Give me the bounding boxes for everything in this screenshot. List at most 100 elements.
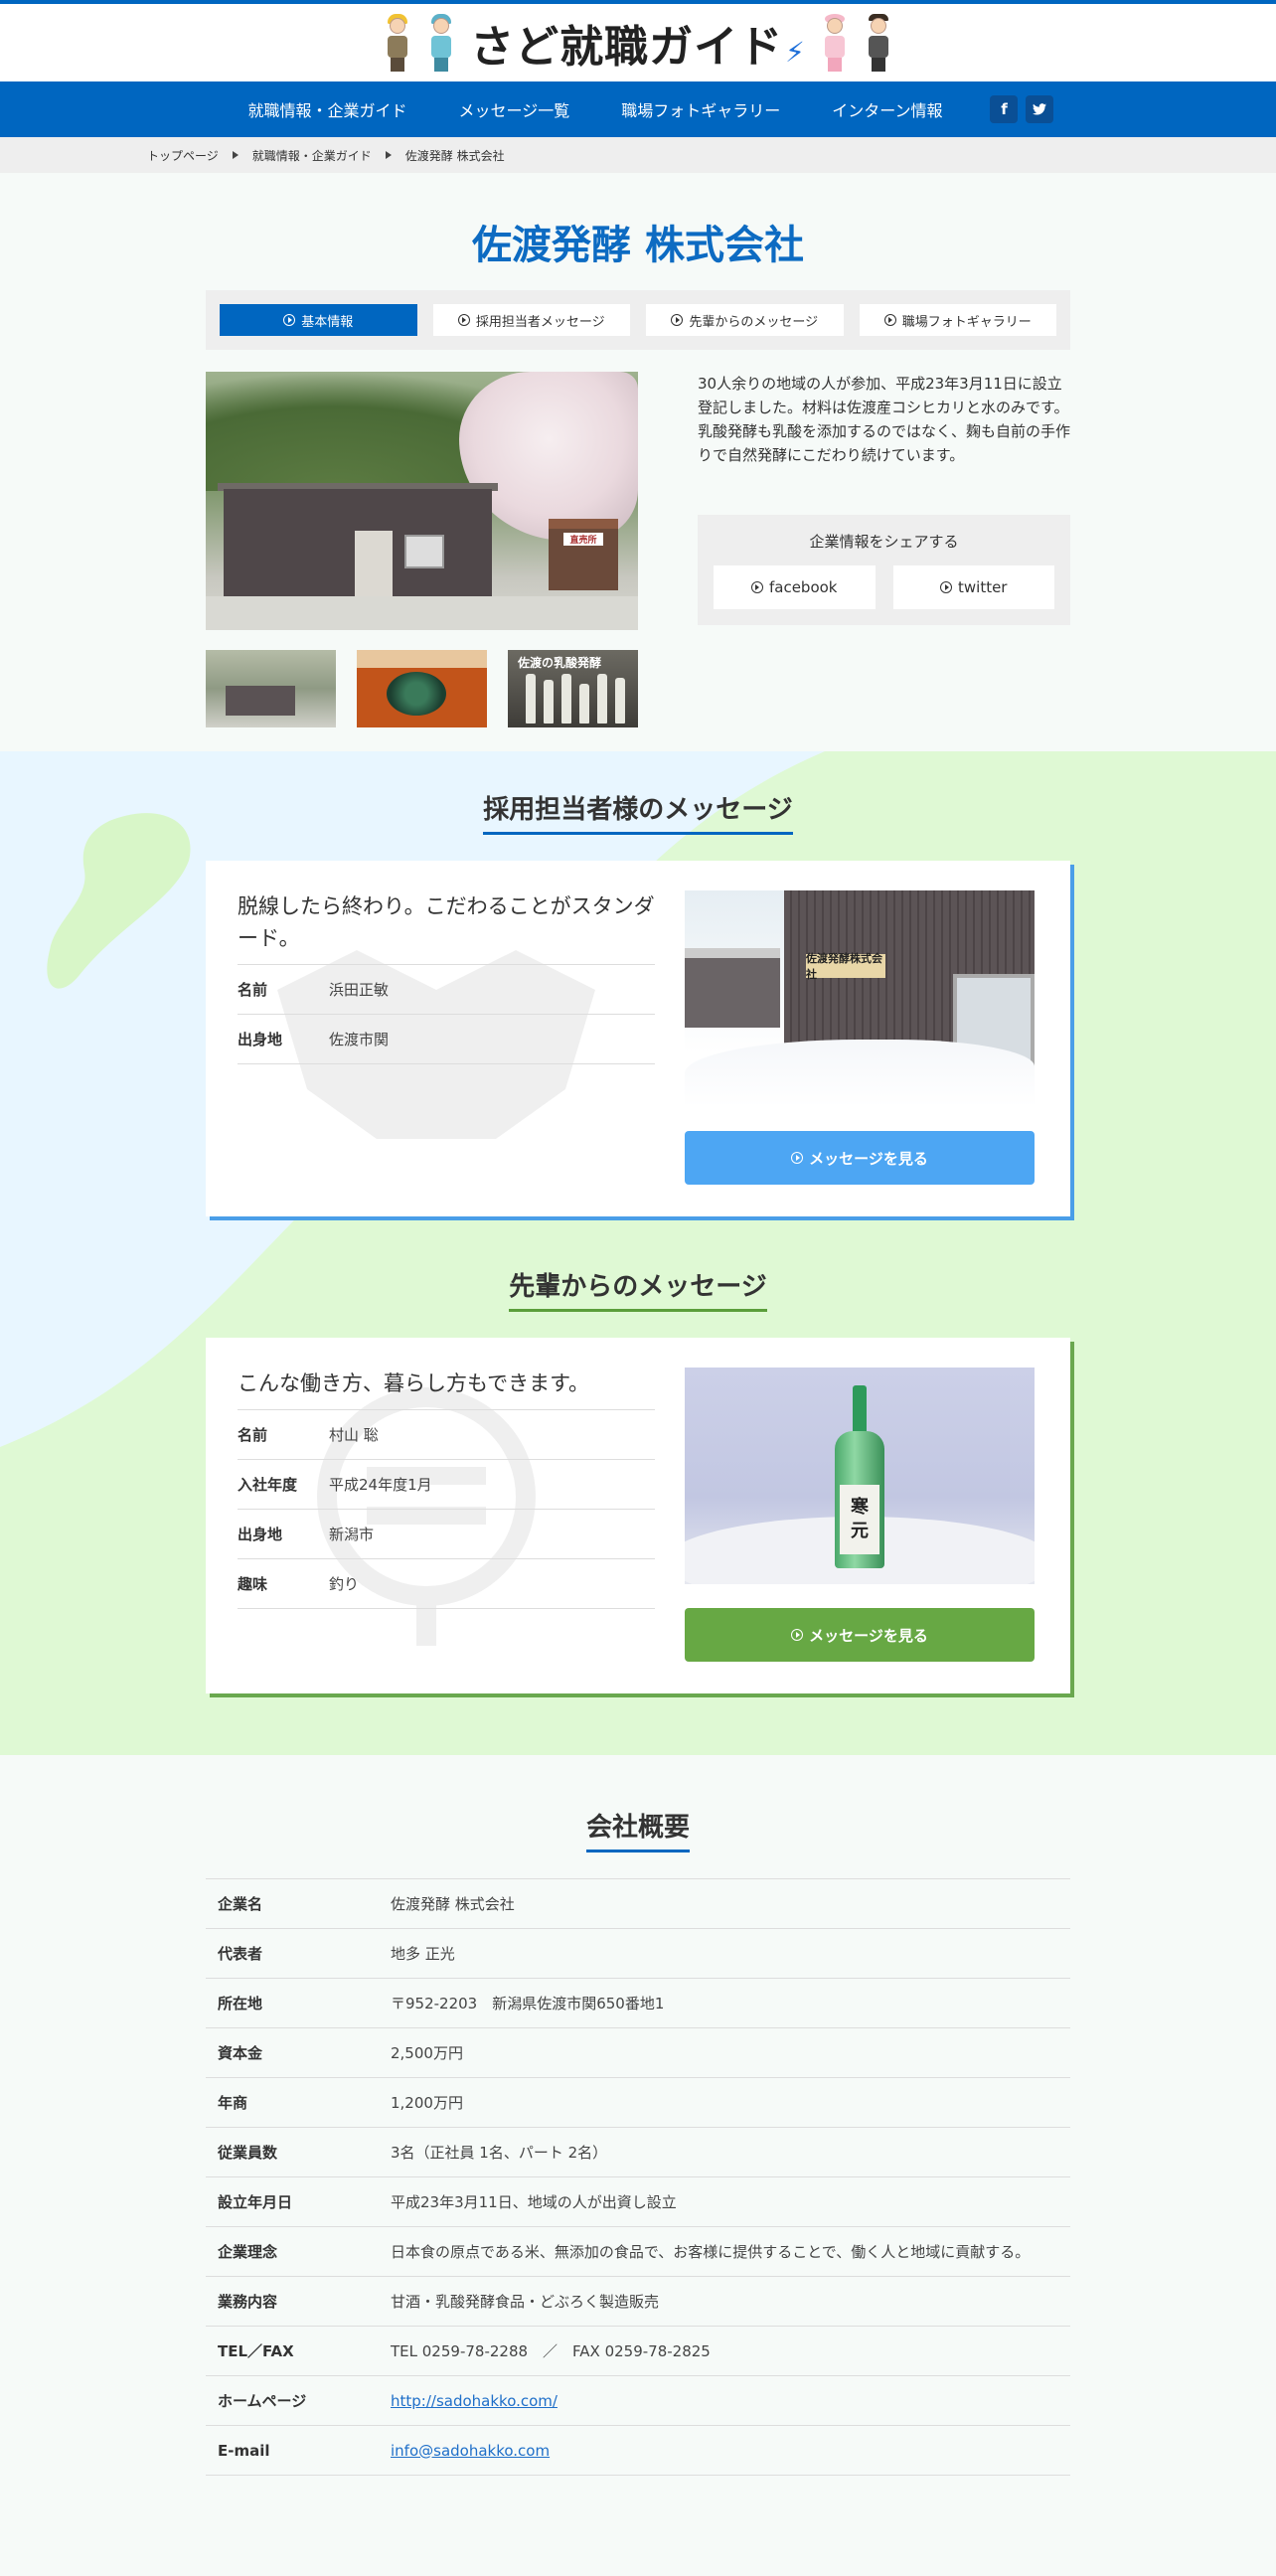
- tab-photo-gallery[interactable]: 職場フォトギャラリー: [859, 304, 1056, 336]
- lightning-icon: ⚡: [785, 36, 806, 69]
- info-value: 村山 聡: [329, 1426, 379, 1444]
- tab-label: 基本情報: [301, 314, 354, 330]
- thumbnail-decoration[interactable]: [357, 650, 487, 727]
- info-row: 入社年度 平成24年度1月: [238, 1460, 655, 1510]
- info-key: 出身地: [238, 1526, 283, 1543]
- play-circle-icon: [750, 581, 763, 593]
- twitter-icon[interactable]: [1026, 95, 1054, 123]
- messages-section: 採用担当者様のメッセージ 脱線したら終わり。こだわることがスタンダード。 名前 浜…: [0, 751, 1276, 1755]
- info-value: 釣り: [329, 1575, 360, 1593]
- bottle-label-char: 元: [851, 1521, 869, 1541]
- row-value: 甘酒・乳酸発酵食品・どぶろく製造販売: [391, 2292, 660, 2311]
- senior-message-button[interactable]: メッセージを見る: [685, 1608, 1035, 1662]
- nav-item-photo-gallery[interactable]: 職場フォトギャラリー: [621, 97, 780, 121]
- main-photo: 直売所: [206, 372, 638, 630]
- recruiter-photo: 佐渡発酵株式会社: [685, 890, 1035, 1107]
- tab-label: 採用担当者メッセージ: [475, 314, 605, 330]
- breadcrumb: トップページ 就職情報・企業ガイド 佐渡発酵 株式会社: [0, 137, 1276, 173]
- row-key: 企業理念: [218, 2243, 278, 2261]
- row-key: E-mail: [218, 2441, 270, 2460]
- row-value: 〒952-2203 新潟県佐渡市関650番地1: [391, 1994, 665, 2012]
- info-key: 趣味: [238, 1575, 268, 1593]
- row-key: 従業員数: [218, 2144, 278, 2162]
- row-key: 設立年月日: [218, 2193, 293, 2211]
- worker-figure-icon: [383, 14, 412, 72]
- row-key: 業務内容: [218, 2293, 278, 2311]
- overview-title: 会社概要: [0, 1807, 1276, 1852]
- overview-table: 企業名 佐渡発酵 株式会社 代表者 地多 正光 所在地 〒952-2203 新潟県佐渡…: [206, 1878, 1070, 2476]
- info-key: 名前: [238, 1426, 268, 1444]
- email-link[interactable]: info@sadohakko.com: [391, 2442, 550, 2460]
- row-key: 資本金: [218, 2044, 263, 2062]
- row-value: 平成23年3月11日、地域の人が出資し設立: [391, 2192, 677, 2211]
- site-logo[interactable]: さど就職ガイド ⚡: [470, 11, 806, 75]
- button-label: メッセージを見る: [809, 1149, 928, 1168]
- row-key: 年商: [218, 2094, 248, 2112]
- play-circle-icon: [883, 314, 896, 326]
- share-twitter-button[interactable]: twitter: [892, 565, 1054, 609]
- share-box: 企業情報をシェアする facebook twitter: [698, 515, 1070, 625]
- info-value: 新潟市: [329, 1526, 375, 1543]
- play-circle-icon: [283, 314, 296, 326]
- nav-item-internship[interactable]: インターン情報: [832, 97, 942, 121]
- company-intro: 30人余りの地域の人が参加、平成23年3月11日に設立登記しました。材料は佐渡産…: [698, 375, 1071, 464]
- nav-item-company-guide[interactable]: 就職情報・企業ガイド: [248, 97, 407, 121]
- homepage-link[interactable]: http://sadohakko.com/: [391, 2392, 558, 2410]
- recruiter-message-card: 脱線したら終わり。こだわることがスタンダード。 名前 浜田正敏 出身地 佐渡市関 佐…: [206, 861, 1070, 1216]
- bottle-label-char: 寒: [851, 1497, 869, 1518]
- table-row: 資本金 2,500万円: [206, 2028, 1070, 2078]
- thumbnail-caption: 佐渡の乳酸発酵: [518, 656, 602, 670]
- senior-quote: こんな働き方、暮らし方もできます。: [238, 1368, 655, 1410]
- thumbnail-building[interactable]: [206, 650, 336, 727]
- company-info: 30人余りの地域の人が参加、平成23年3月11日に設立登記しました。材料は佐渡産…: [698, 372, 1070, 727]
- thumbnail-products[interactable]: 佐渡の乳酸発酵: [508, 650, 638, 727]
- row-value: 3名（正社員 1名、パート 2名）: [391, 2143, 608, 2162]
- company-body: 直売所 佐渡の乳酸発酵 30人余りの地域の人が参加、平成23年3月11日に設立登…: [206, 372, 1070, 727]
- recruiter-section-title-text: 採用担当者様のメッセージ: [483, 789, 793, 835]
- tab-recruiter-message[interactable]: 採用担当者メッセージ: [432, 304, 630, 336]
- info-row: 趣味 釣り: [238, 1559, 655, 1609]
- nurse-figure-icon: [820, 14, 850, 72]
- company-overview-section: 会社概要 企業名 佐渡発酵 株式会社 代表者 地多 正光 所在地 〒952-2203 …: [0, 1755, 1276, 2576]
- row-value: info@sadohakko.com: [391, 2439, 1070, 2463]
- info-row: 名前 浜田正敏: [238, 965, 655, 1015]
- table-row: TEL／FAX TEL 0259-78-2288 ／ FAX 0259-78-28…: [206, 2327, 1070, 2376]
- site-logo-text: さど就職ガイド: [470, 22, 784, 73]
- bottle-label: 寒元: [840, 1485, 879, 1554]
- main-nav: 就職情報・企業ガイド メッセージ一覧 職場フォトギャラリー インターン情報 f: [0, 81, 1276, 137]
- share-facebook-button[interactable]: facebook: [714, 565, 876, 609]
- recruiter-message-button[interactable]: メッセージを見る: [685, 1131, 1035, 1185]
- overview-title-text: 会社概要: [585, 1807, 690, 1852]
- table-row: 企業名 佐渡発酵 株式会社: [206, 1879, 1070, 1929]
- tab-senior-message[interactable]: 先輩からのメッセージ: [646, 304, 844, 336]
- row-key: 企業名: [218, 1895, 263, 1913]
- row-value: 2,500万円: [391, 2043, 463, 2062]
- row-value: 地多 正光: [391, 1944, 455, 1963]
- info-value: 平成24年度1月: [329, 1476, 432, 1494]
- share-facebook-label: facebook: [768, 578, 838, 596]
- info-row: 出身地 佐渡市関: [238, 1015, 655, 1064]
- breadcrumb-home[interactable]: トップページ: [147, 147, 219, 164]
- table-row: E-mail info@sadohakko.com: [206, 2426, 1070, 2476]
- row-key: 代表者: [218, 1945, 263, 1963]
- breadcrumb-company-guide[interactable]: 就職情報・企業ガイド: [252, 147, 372, 164]
- share-twitter-label: twitter: [958, 578, 1008, 596]
- row-value: 日本食の原点である米、無添加の食品で、お客様に提供することで、働く人と地域に貢献…: [391, 2242, 1031, 2261]
- info-row: 名前 村山 聡: [238, 1410, 655, 1460]
- nav-item-messages[interactable]: メッセージ一覧: [459, 97, 570, 121]
- company-tabs: 基本情報 採用担当者メッセージ 先輩からのメッセージ 職場フォトギャラリー: [206, 290, 1070, 350]
- row-value: 1,200万円: [391, 2093, 463, 2112]
- breadcrumb-arrow-icon: [385, 151, 392, 159]
- table-row: 企業理念 日本食の原点である米、無添加の食品で、お客様に提供することで、働く人と地…: [206, 2227, 1070, 2277]
- facebook-icon[interactable]: f: [990, 95, 1019, 123]
- table-row: 年商 1,200万円: [206, 2078, 1070, 2128]
- tab-basic-info[interactable]: 基本情報: [220, 304, 417, 336]
- senior-photo: 寒元: [685, 1368, 1035, 1584]
- businessman-figure-icon: [864, 14, 893, 72]
- play-circle-icon: [791, 1152, 804, 1164]
- share-title: 企業情報をシェアする: [809, 533, 959, 551]
- company-section: 佐渡発酵 株式会社 基本情報 採用担当者メッセージ 先輩からのメッセージ 職場フ…: [0, 173, 1276, 751]
- table-row: 所在地 〒952-2203 新潟県佐渡市関650番地1: [206, 1979, 1070, 2028]
- tab-label: 先輩からのメッセージ: [689, 314, 819, 330]
- play-circle-icon: [791, 1629, 804, 1641]
